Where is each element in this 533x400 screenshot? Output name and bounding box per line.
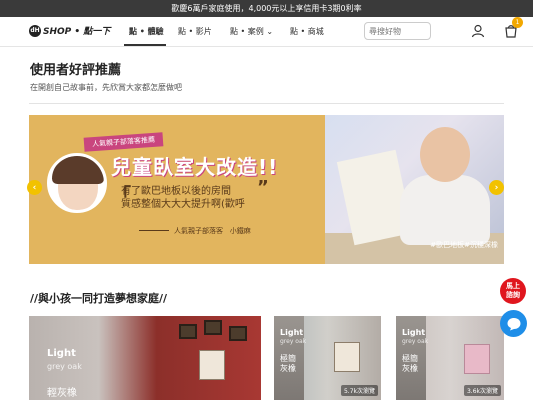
card-views: 3.6k次瀏覽: [463, 385, 501, 396]
photo-hashtag: #歐巴地板#沉穩深橡: [430, 241, 498, 249]
section-divider: [29, 103, 504, 104]
card-label: Light: [280, 328, 304, 337]
carousel-next-button[interactable]: ›: [489, 180, 504, 195]
wall-frame: [179, 324, 197, 339]
author-prefix: 人氣親子部落客: [174, 227, 223, 235]
nav-experience[interactable]: 點 • 體驗: [129, 26, 164, 37]
card-label: Light: [402, 328, 426, 337]
avatar-hair: [52, 156, 104, 184]
logo-badge: dH: [29, 24, 41, 37]
card-label: Light: [47, 348, 76, 359]
section-title-build-home: //與小孩一同打造夢想家庭//: [30, 292, 168, 305]
user-icon[interactable]: [471, 24, 485, 38]
promo-text: 歡慶6萬戶家庭使用，4,000元以上享信用卡3期0利率: [171, 4, 362, 13]
quote-line-1: 有了歐巴地板以後的房間: [121, 186, 231, 197]
banner-quote: 有了歐巴地板以後的房間 質感整個大大大提升啊(歡呼: [121, 185, 245, 211]
card-views: 5.7k次瀏覽: [340, 385, 378, 396]
blogger-avatar: [47, 153, 107, 213]
child-figure: [464, 344, 490, 374]
box-character: [334, 342, 360, 372]
cart-count-badge: 1: [512, 17, 523, 28]
case-card-2[interactable]: Light grey oak 極簡灰橡 5.7k次瀏覽: [274, 316, 381, 400]
author-dash: [139, 230, 169, 231]
card-cjk: 極簡灰橡: [402, 354, 418, 373]
chat-button[interactable]: [500, 310, 527, 337]
wall-frame: [229, 326, 247, 341]
testimonial-banner[interactable]: 人氣親子部落客推薦 兒童臥室大改造!! 「 有了歐巴地板以後的房間 質感整個大大…: [29, 115, 504, 264]
chat-bubble-icon: [507, 317, 520, 330]
nav-videos[interactable]: 點 • 影片: [178, 26, 212, 37]
quote-close-mark: ”: [257, 177, 269, 198]
search-input[interactable]: [369, 26, 419, 36]
card-sublabel: grey oak: [402, 338, 429, 345]
banner-author: 人氣親子部落客 小鐵麻: [174, 226, 251, 236]
logo-text: SHOP • 點一下: [43, 27, 111, 37]
card-cjk: 極簡灰橡: [280, 354, 296, 373]
case-card-1[interactable]: Light grey oak 輕灰橡: [29, 316, 261, 400]
wall-frame: [204, 320, 222, 335]
card-sublabel: grey oak: [47, 362, 82, 371]
active-tab-indicator: [124, 44, 166, 46]
chevron-left-icon: ‹: [32, 182, 37, 193]
site-logo[interactable]: dH SHOP • 點一下: [29, 24, 110, 37]
card-sublabel: grey oak: [280, 338, 307, 345]
chevron-right-icon: ›: [494, 182, 499, 193]
author-name: 小鐵麻: [229, 227, 251, 235]
instant-quote-button[interactable]: 馬上 諮詢: [500, 278, 526, 304]
quote-button-line-1: 馬上: [506, 282, 520, 290]
banner-tag: 人氣親子部落客推薦: [83, 132, 164, 152]
search-box[interactable]: [364, 22, 431, 40]
nav-cases[interactable]: 點 • 案例 ⌄: [230, 26, 273, 37]
quote-line-2: 質感整個大大大提升啊(歡呼: [121, 199, 245, 210]
testimonials-title: 使用者好評推薦: [30, 63, 122, 78]
photo-child-face: [420, 127, 470, 182]
testimonials-subtitle: 在開創自己故事前，先欣賞大家都怎麼做吧: [30, 83, 182, 92]
banner-photo: #歐巴地板#沉穩深橡: [325, 115, 504, 264]
carousel-prev-button[interactable]: ‹: [27, 180, 42, 195]
quote-button-line-2: 諮詢: [506, 291, 520, 299]
case-card-3[interactable]: Light grey oak 極簡灰橡 3.6k次瀏覽: [396, 316, 504, 400]
top-navigation: dH SHOP • 點一下 點 • 體驗 點 • 影片 點 • 案例 ⌄ 點 •…: [0, 17, 533, 47]
banner-title: 兒童臥室大改造!!: [111, 155, 279, 179]
promo-bar: 歡慶6萬戶家庭使用，4,000元以上享信用卡3期0利率: [0, 0, 533, 17]
photo-child-body: [400, 175, 490, 245]
box-character: [199, 350, 225, 380]
nav-shop[interactable]: 點 • 商城: [290, 26, 324, 37]
card-cjk: 輕灰橡: [47, 388, 77, 399]
